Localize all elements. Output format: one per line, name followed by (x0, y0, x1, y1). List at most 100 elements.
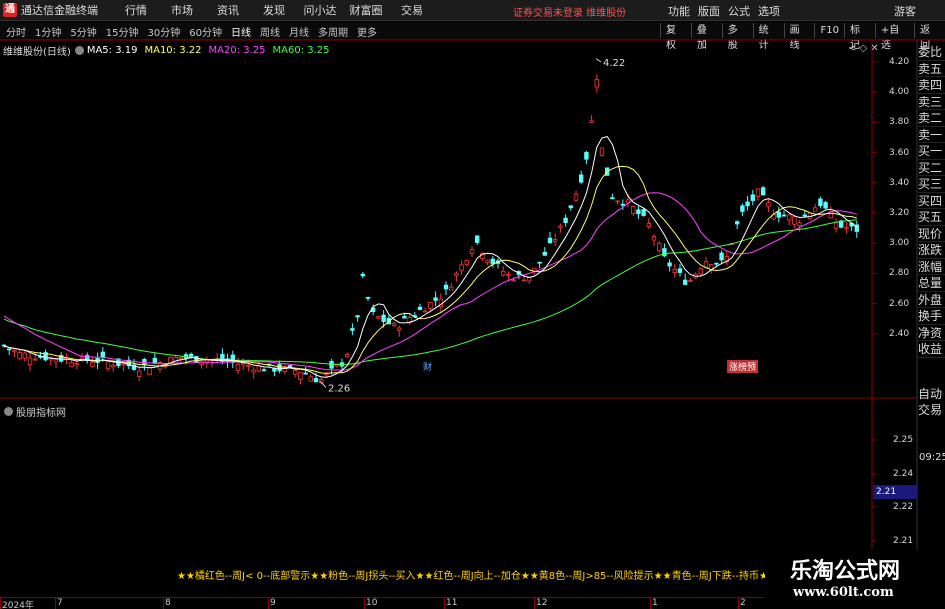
candle-down (823, 202, 828, 209)
time-tick: 8 (163, 598, 171, 609)
settings-icon[interactable] (74, 46, 84, 55)
candle-up (235, 363, 241, 371)
side-item[interactable]: 买五 (918, 209, 945, 226)
candle-up (521, 279, 527, 282)
candle-down (287, 365, 293, 367)
price-tick: 2.40 (889, 328, 910, 339)
candle-up (74, 363, 79, 366)
side-item[interactable]: 卖五 (918, 61, 945, 77)
price-tick: 3.60 (889, 147, 910, 158)
ma20-label: MA20: 3.25 (208, 45, 266, 56)
side-item[interactable]: 卖三 (918, 94, 945, 110)
side-item[interactable]: 外盘 (918, 292, 945, 308)
candle-down (584, 152, 589, 160)
candle-down (360, 273, 365, 277)
time-tick: 9 (268, 598, 276, 609)
indicator-name[interactable]: 股朋指标网 (16, 404, 66, 419)
clock: 09:25 (919, 452, 945, 463)
candle-down (365, 297, 371, 299)
candle-up (334, 364, 339, 367)
side-item[interactable]: 净资 (918, 325, 945, 341)
time-tick: 2024年 (0, 598, 34, 609)
candle-down (272, 368, 277, 372)
indicator-tick: 2.24 (893, 469, 914, 479)
watermark-title: 乐淘公式网 (790, 558, 901, 584)
candle-down (402, 316, 407, 319)
watermark-url: www.60lt.com (793, 585, 894, 600)
side-item[interactable]: 总量 (918, 275, 945, 292)
candle-up (168, 356, 173, 364)
candle-down (610, 197, 615, 200)
chart-window-controls[interactable]: < ◇ ✕ (848, 43, 879, 54)
time-axis: 2024年 7 8 9 10 11 12 1 2 (0, 597, 765, 609)
candle-down (7, 348, 12, 351)
candle-down (714, 262, 719, 265)
auto-trade-line2: 交易 (918, 403, 943, 417)
side-item[interactable]: 现价 (918, 226, 945, 242)
rank-marker[interactable]: 涨榜预 (727, 360, 759, 373)
candle-up (428, 301, 433, 309)
candle-up (813, 207, 818, 212)
candle-down (194, 356, 199, 363)
candle-up (506, 274, 511, 276)
time-tick: 11 (444, 598, 458, 609)
price-tick: 3.20 (889, 208, 910, 218)
kline-chart[interactable]: 4.22 2.26 (0, 0, 945, 609)
time-tick: 2 (738, 598, 746, 609)
side-item[interactable]: 买二 (918, 160, 945, 176)
candle-down (735, 221, 740, 225)
side-item[interactable]: 涨跌 (918, 242, 945, 259)
side-item[interactable]: 买三 (918, 176, 945, 193)
candle-down (474, 235, 480, 243)
candle-up (396, 327, 402, 331)
side-item[interactable]: 卖二 (918, 110, 945, 127)
candle-up (251, 369, 256, 373)
auto-trade-line1: 自动 (918, 387, 943, 401)
candle-down (740, 205, 745, 212)
candle-down (350, 328, 355, 331)
candle-up (766, 202, 771, 207)
finance-marker[interactable]: 财 (421, 360, 434, 373)
indicator-settings-icon[interactable] (4, 407, 13, 416)
time-tick: 10 (364, 598, 378, 609)
candle-down (490, 258, 495, 265)
candle-up (33, 358, 38, 361)
candle-down (433, 297, 438, 301)
candle-down (719, 252, 724, 261)
candle-up (844, 227, 849, 230)
candle-up (527, 277, 532, 282)
side-item[interactable]: 买一 (918, 143, 945, 160)
candle-up (657, 242, 662, 252)
candle-up (69, 362, 74, 368)
candle-down (261, 369, 267, 372)
candle-up (792, 216, 797, 225)
candle-up (755, 188, 761, 197)
side-item[interactable]: 收益 (918, 341, 945, 358)
candle-up (688, 280, 693, 282)
price-tick: 3.40 (889, 177, 910, 188)
candle-down (547, 237, 553, 244)
side-item[interactable]: 委比 (918, 44, 945, 61)
candle-down (683, 279, 688, 285)
candle-down (667, 262, 672, 267)
stock-name[interactable]: 维维股份(日线) (3, 43, 71, 58)
candle-down (152, 357, 157, 364)
candle-down (563, 217, 568, 224)
candle-up (615, 200, 620, 203)
candle-up (500, 270, 506, 276)
side-item[interactable]: 买四 (918, 193, 945, 209)
candle-up (27, 357, 33, 366)
ma60-label: MA60: 3.25 (272, 45, 330, 56)
side-item[interactable]: 卖四 (918, 77, 945, 94)
side-item[interactable]: 卖一 (918, 127, 945, 143)
candle-up (308, 376, 313, 382)
candle-up (17, 352, 22, 360)
side-item[interactable]: 换手 (918, 308, 945, 325)
candle-down (355, 315, 360, 318)
auto-trade-button[interactable]: 自动 交易 (918, 386, 945, 418)
candle-down (818, 198, 823, 207)
high-pointer (595, 58, 602, 63)
side-item[interactable]: 涨幅 (918, 259, 945, 275)
low-label: 2.26 (328, 383, 350, 394)
candle-up (573, 193, 579, 201)
